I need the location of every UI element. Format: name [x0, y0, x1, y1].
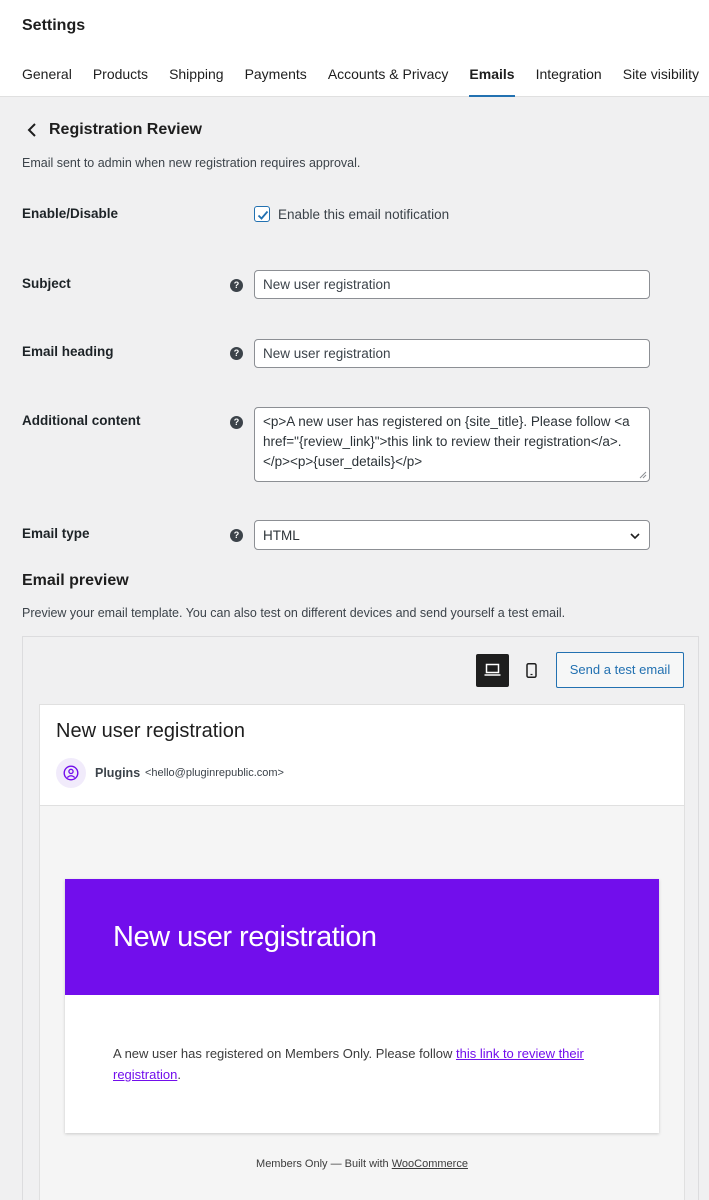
help-icon[interactable]: ?	[230, 529, 243, 542]
email-heading-input[interactable]: New user registration	[254, 339, 650, 368]
send-test-email-button[interactable]: Send a test email	[556, 652, 684, 688]
enable-checkbox[interactable]	[254, 206, 270, 222]
tab-shipping[interactable]: Shipping	[169, 66, 224, 97]
email-preview-description: Preview your email template. You can als…	[22, 606, 566, 620]
checkmark-icon	[257, 210, 269, 220]
top-bar: Settings General Products Shipping Payments…	[0, 0, 709, 97]
user-circle-icon	[63, 765, 79, 781]
settings-tabs: General Products Shipping Payments Accounts …	[22, 66, 709, 97]
email-header-text: New user registration	[113, 921, 377, 953]
help-icon[interactable]: ?	[230, 416, 243, 429]
woocommerce-link[interactable]: WooCommerce	[392, 1158, 468, 1170]
email-body-prefix: A new user has registered on Members Onl…	[113, 1046, 456, 1061]
email-type-label: Email type	[22, 526, 90, 541]
tab-general[interactable]: General	[22, 66, 72, 97]
enable-label: Enable/Disable	[22, 206, 119, 221]
email-body-text: A new user has registered on Members Onl…	[113, 1043, 613, 1085]
email-type-value: HTML	[263, 528, 300, 543]
tab-emails[interactable]: Emails	[469, 66, 515, 97]
mobile-device-button[interactable]	[520, 654, 544, 687]
additional-content-text: <p>A new user has registered on {site_ti…	[263, 414, 630, 469]
sender-avatar	[56, 758, 86, 788]
subject-label: Subject	[22, 276, 71, 291]
email-footer-text: Members Only — Built with	[256, 1158, 392, 1170]
chevron-left-icon[interactable]	[24, 121, 42, 139]
email-subject: New user registration	[56, 720, 245, 742]
additional-content-textarea[interactable]: <p>A new user has registered on {site_ti…	[254, 407, 650, 482]
tab-site-visibility[interactable]: Site visibility	[623, 66, 699, 97]
email-preview-title: Email preview	[22, 572, 129, 589]
section-description: Email sent to admin when new registratio…	[22, 156, 361, 170]
chevron-down-icon	[630, 533, 640, 540]
help-icon[interactable]: ?	[230, 279, 243, 292]
tab-accounts-privacy[interactable]: Accounts & Privacy	[328, 66, 449, 97]
resize-grip-icon[interactable]	[639, 471, 647, 479]
subject-input[interactable]: New user registration	[254, 270, 650, 299]
email-body-suffix: .	[177, 1067, 181, 1082]
help-icon[interactable]: ?	[230, 347, 243, 360]
desktop-device-button[interactable]	[476, 654, 509, 687]
page-heading: Settings	[22, 17, 86, 34]
laptop-icon	[484, 663, 501, 676]
additional-content-label: Additional content	[22, 413, 141, 428]
email-type-select[interactable]: HTML	[254, 520, 650, 550]
enable-checkbox-label[interactable]: Enable this email notification	[278, 207, 449, 222]
tab-payments[interactable]: Payments	[245, 66, 307, 97]
email-footer: Members Only — Built with WooCommerce	[40, 1158, 684, 1170]
smartphone-icon	[526, 663, 537, 678]
section-title: Registration Review	[49, 121, 202, 138]
tab-products[interactable]: Products	[93, 66, 148, 97]
sender-name: Plugins	[95, 766, 141, 780]
sender-email: <hello@pluginrepublic.com>	[145, 767, 284, 779]
email-heading-label: Email heading	[22, 344, 114, 359]
tab-integration[interactable]: Integration	[536, 66, 602, 97]
